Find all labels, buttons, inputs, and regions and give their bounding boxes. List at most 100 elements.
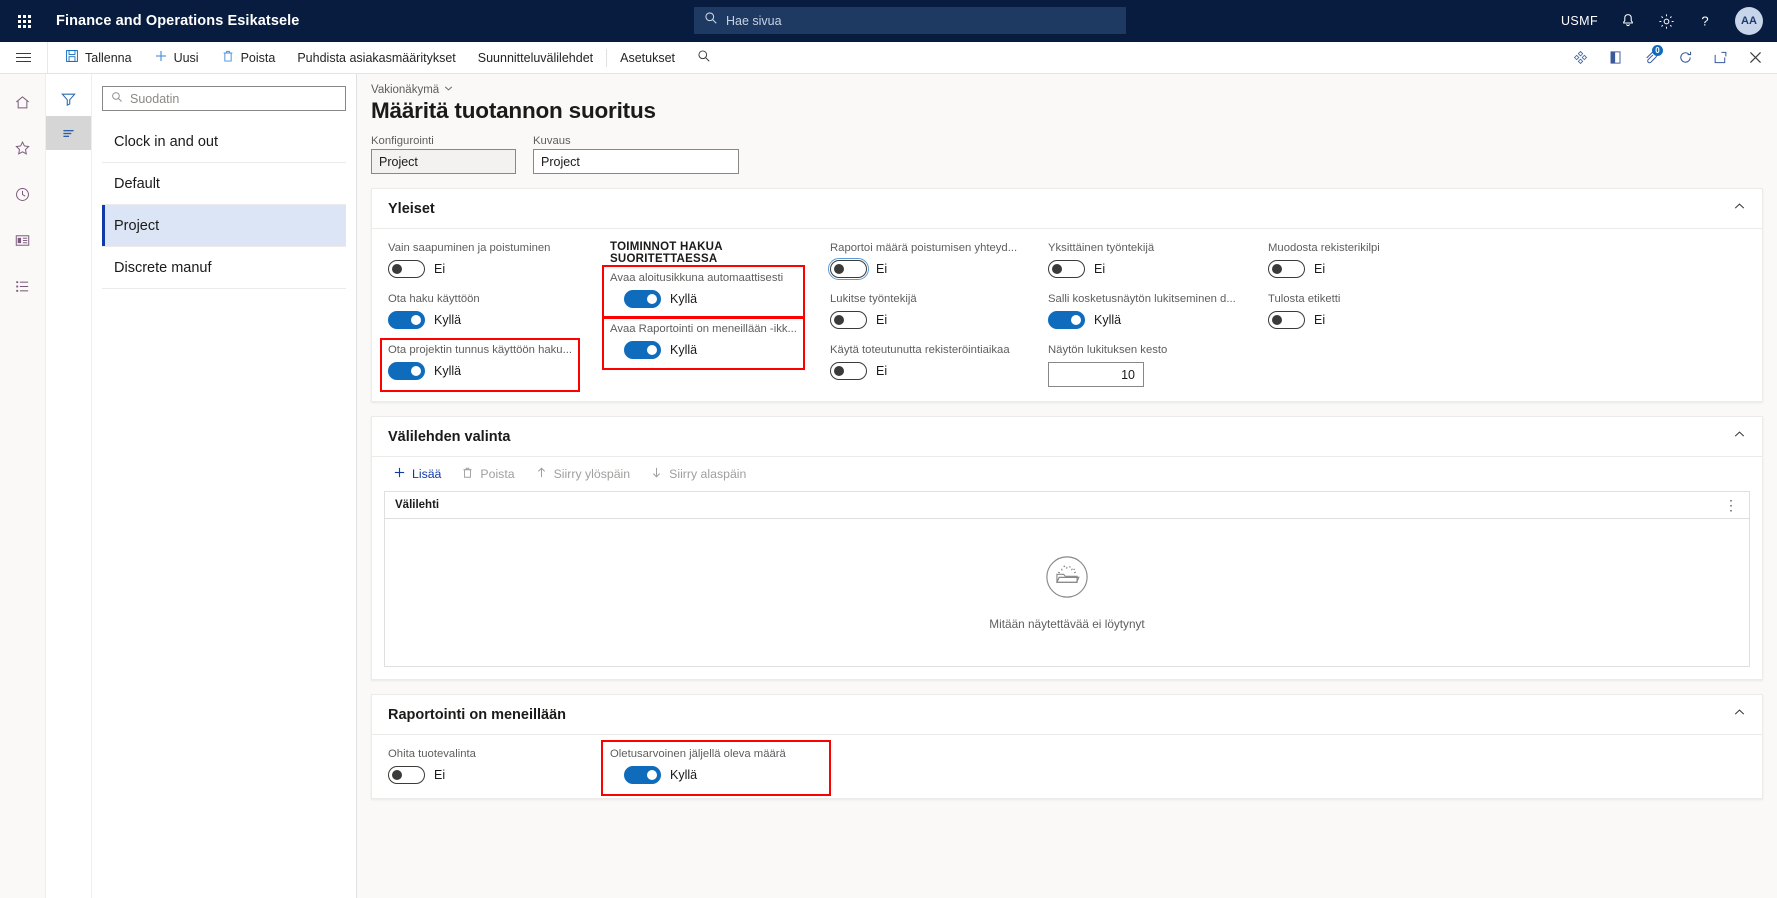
toggle-row[interactable]: Kyllä bbox=[610, 290, 830, 308]
delete-label: Poista bbox=[240, 50, 276, 65]
configuration-field: Konfigurointi Project bbox=[371, 135, 516, 174]
toggle-switch[interactable] bbox=[1268, 260, 1305, 278]
chevron-up-icon[interactable] bbox=[1733, 200, 1746, 218]
legal-entity-selector[interactable]: USMF bbox=[1561, 14, 1598, 28]
toggle-switch[interactable] bbox=[830, 362, 867, 380]
sidebar-item-modules[interactable] bbox=[0, 266, 45, 312]
global-search-input[interactable]: Hae sivua bbox=[694, 7, 1126, 34]
hamburger-icon[interactable] bbox=[0, 42, 48, 73]
toggle-row[interactable]: Ei bbox=[1268, 311, 1488, 329]
toggle-switch[interactable] bbox=[830, 311, 867, 329]
toggle-row[interactable]: Ei bbox=[828, 258, 1048, 280]
add-row-button[interactable]: Lisää bbox=[384, 463, 450, 485]
field-report-quantity-on-departure: Raportoi määrä poistumisen yhteyd... Ei bbox=[828, 241, 1048, 280]
trash-icon bbox=[221, 49, 235, 66]
command-search-button[interactable] bbox=[686, 42, 722, 73]
personalize-icon[interactable] bbox=[1573, 50, 1588, 65]
toggle-switch[interactable] bbox=[388, 766, 425, 784]
close-icon[interactable] bbox=[1748, 50, 1763, 65]
field-print-label: Tulosta etiketti Ei bbox=[1268, 292, 1488, 329]
toggle-row[interactable]: Ei bbox=[1268, 260, 1488, 278]
command-bar-right-icons: 0 bbox=[1573, 42, 1763, 73]
toggle-row[interactable]: Ei bbox=[830, 311, 1048, 329]
toggle-row[interactable]: Ei bbox=[388, 766, 610, 784]
save-button[interactable]: Tallenna bbox=[54, 42, 143, 73]
attachments-icon[interactable]: 0 bbox=[1643, 45, 1663, 65]
column-header-tab[interactable]: Välilehti bbox=[395, 499, 439, 511]
list-item[interactable]: Clock in and out bbox=[102, 121, 346, 163]
empty-state-text: Mitään näytettävää ei löytynyt bbox=[989, 617, 1145, 631]
sidebar-item-workspaces[interactable] bbox=[0, 220, 45, 266]
chevron-up-icon[interactable] bbox=[1733, 428, 1746, 446]
chevron-up-icon[interactable] bbox=[1733, 706, 1746, 724]
reporting-section-title: Raportointi on meneillään bbox=[388, 706, 567, 723]
delete-button[interactable]: Poista bbox=[210, 42, 287, 73]
filter-input[interactable]: Suodatin bbox=[102, 86, 346, 111]
gear-icon[interactable] bbox=[1658, 13, 1675, 30]
toggle-switch[interactable] bbox=[388, 362, 425, 380]
toggle-value: Kyllä bbox=[670, 292, 698, 306]
delete-row-button[interactable]: Poista bbox=[452, 463, 523, 485]
toggle-row[interactable]: Kyllä bbox=[388, 362, 610, 380]
field-label: Yksittäinen työntekijä bbox=[1048, 242, 1155, 254]
toggle-row[interactable]: Kyllä bbox=[610, 341, 830, 359]
toggle-switch[interactable] bbox=[624, 341, 661, 359]
list-item-selected[interactable]: Project bbox=[102, 205, 346, 247]
module-list-icon bbox=[14, 278, 31, 300]
toggle-switch[interactable] bbox=[624, 766, 661, 784]
list-item-label: Default bbox=[114, 175, 160, 192]
clear-customer-settings-button[interactable]: Puhdista asiakasmääritykset bbox=[286, 42, 466, 73]
tab-selection-header[interactable]: Välilehden valinta bbox=[372, 417, 1762, 457]
toggle-row[interactable]: Ei bbox=[1048, 260, 1268, 278]
reporting-section-header[interactable]: Raportointi on meneillään bbox=[372, 695, 1762, 735]
toggle-row[interactable]: Ei bbox=[830, 362, 1048, 380]
command-bar-items: Tallenna Uusi Poista Puhdista asiakasmää… bbox=[48, 42, 722, 73]
toggle-switch[interactable] bbox=[388, 260, 425, 278]
toggle-row[interactable]: Kyllä bbox=[1048, 311, 1268, 329]
sidebar-item-home[interactable] bbox=[0, 82, 45, 128]
question-mark-icon[interactable]: ? bbox=[1697, 13, 1713, 29]
list-item[interactable]: Default bbox=[102, 163, 346, 205]
general-section-header[interactable]: Yleiset bbox=[372, 189, 1762, 229]
design-tabs-button[interactable]: Suunnitteluvälilehdet bbox=[467, 42, 604, 73]
open-in-new-window-icon[interactable] bbox=[1713, 50, 1728, 65]
svg-text:?: ? bbox=[1701, 14, 1708, 29]
move-down-button[interactable]: Siirry alaspäin bbox=[641, 463, 755, 485]
reporting-fields-grid: Ohita tuotevalinta Ei Oletusarvoinen jäl… bbox=[372, 735, 1762, 798]
field-arrival-departure-only: Vain saapuminen ja poistuminen Ei bbox=[388, 241, 610, 278]
toggle-switch[interactable] bbox=[828, 258, 869, 280]
settings-button[interactable]: Asetukset bbox=[609, 42, 686, 73]
toggle-row[interactable]: Kyllä bbox=[610, 766, 830, 784]
general-column-1: Vain saapuminen ja poistuminen Ei Ota ha… bbox=[380, 241, 610, 392]
overflow-menu-icon[interactable]: ⋮ bbox=[1724, 498, 1739, 512]
toggle-switch[interactable] bbox=[624, 290, 661, 308]
breadcrumb[interactable]: Vakionäkymä bbox=[371, 84, 1763, 96]
list-item[interactable]: Discrete manuf bbox=[102, 247, 346, 289]
toggle-row[interactable]: Kyllä bbox=[388, 311, 610, 329]
configuration-input[interactable]: Project bbox=[371, 149, 516, 174]
new-button[interactable]: Uusi bbox=[143, 42, 210, 73]
toggle-switch[interactable] bbox=[388, 311, 425, 329]
filter-placeholder: Suodatin bbox=[130, 91, 180, 106]
office-app-icon[interactable] bbox=[1608, 50, 1623, 65]
toggle-row[interactable]: Ei bbox=[388, 260, 610, 278]
sidebar-item-recent[interactable] bbox=[0, 174, 45, 220]
screen-lock-duration-input[interactable]: 10 bbox=[1048, 362, 1144, 387]
toggle-switch[interactable] bbox=[1048, 311, 1085, 329]
toggle-switch[interactable] bbox=[1268, 311, 1305, 329]
arrow-up-icon bbox=[535, 466, 548, 482]
trash-icon bbox=[461, 466, 474, 482]
toggle-switch[interactable] bbox=[1048, 260, 1085, 278]
avatar[interactable]: AA bbox=[1735, 7, 1763, 35]
plus-icon bbox=[393, 466, 406, 482]
toggle-value: Kyllä bbox=[670, 768, 698, 782]
app-launcher-icon[interactable] bbox=[0, 0, 48, 42]
refresh-icon[interactable] bbox=[1678, 50, 1693, 65]
star-icon bbox=[14, 140, 31, 162]
bell-icon[interactable] bbox=[1620, 13, 1636, 29]
description-input[interactable]: Project bbox=[533, 149, 739, 174]
sidebar-item-favorites[interactable] bbox=[0, 128, 45, 174]
filter-icon[interactable] bbox=[46, 82, 91, 116]
list-view-icon[interactable] bbox=[46, 116, 91, 150]
move-up-button[interactable]: Siirry ylöspäin bbox=[526, 463, 640, 485]
